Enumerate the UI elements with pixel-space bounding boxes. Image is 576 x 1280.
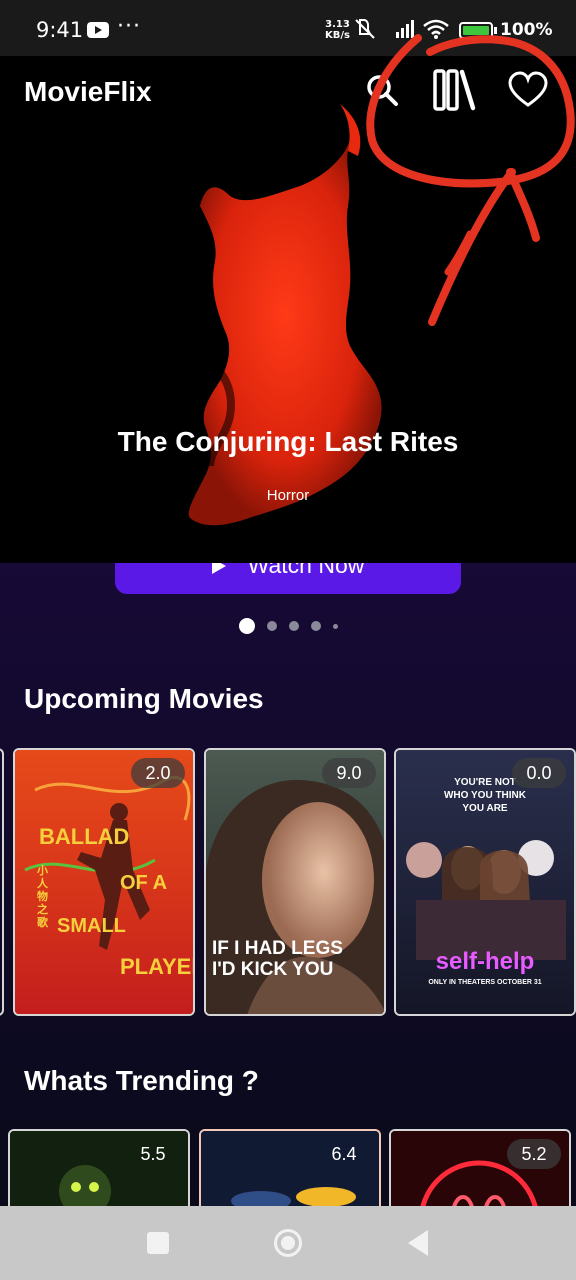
status-icons: [355, 19, 449, 39]
movie-card[interactable]: IF I HAD LEGS I'D KICK YOU 9.0: [204, 748, 386, 1016]
wifi-icon: [423, 19, 449, 39]
rating-badge: 6.4: [331, 1143, 357, 1164]
hero-title: The Conjuring: Last Rites: [117, 426, 459, 457]
back-button[interactable]: [398, 1223, 438, 1263]
status-bar: 9:41 ··· 3.13 KB/s 100%: [0, 0, 576, 56]
rating-badge: 9.0: [322, 758, 376, 788]
favorites-button[interactable]: [504, 66, 552, 114]
network-speed: 3.13 KB/s: [325, 19, 350, 41]
poster-title: I'D KICK YOU: [212, 959, 334, 980]
heart-icon: [508, 71, 548, 107]
movie-card[interactable]: BALLAD OF A SMALL PLAYER 小人物之歌 2.0: [13, 748, 195, 1016]
signal-icon: [396, 20, 414, 38]
status-time: 9:41: [36, 18, 84, 42]
youtube-icon: [87, 22, 109, 38]
rating-badge: 5.2: [507, 1139, 561, 1169]
carousel-dot[interactable]: [266, 621, 277, 631]
upcoming-section-title: Upcoming Movies: [24, 683, 264, 714]
poster-tagline: WHO YOU THINK: [443, 790, 527, 801]
hero-banner[interactable]: MovieFlix The Conjuring: Last Rites Horr…: [0, 56, 576, 563]
network-speed-value: 3.13: [325, 19, 350, 30]
home-button[interactable]: [268, 1223, 308, 1263]
search-icon: [367, 75, 398, 106]
recents-icon: [147, 1232, 169, 1254]
poster-title: self-help: [435, 948, 535, 975]
back-icon: [408, 1230, 428, 1256]
carousel-dot[interactable]: [332, 623, 338, 629]
library-icon: [433, 69, 476, 111]
more-icon: ···: [117, 14, 141, 39]
rating-badge: 2.0: [131, 758, 185, 788]
movie-card[interactable]: [0, 748, 4, 1016]
library-button[interactable]: [430, 66, 478, 114]
mute-icon: [355, 19, 375, 39]
home-icon: [274, 1229, 302, 1257]
poster-title: PLAYER: [120, 954, 193, 979]
battery-percent: 100%: [500, 20, 553, 40]
movie-card[interactable]: 5.5: [8, 1129, 190, 1206]
watch-now-button[interactable]: Watch Now: [115, 563, 461, 594]
main-content[interactable]: Watch Now Upcoming Movies BALLAD OF A SM…: [0, 563, 576, 1206]
movie-card[interactable]: YOU'RE NOT WHO YOU THINK YOU ARE self-he…: [394, 748, 576, 1016]
poster-title: OF A: [120, 872, 168, 894]
trending-section-title: Whats Trending ?: [24, 1065, 259, 1096]
app-title: MovieFlix: [24, 76, 152, 107]
poster-subtitle: 小人物之歌: [37, 865, 48, 929]
play-icon: [211, 563, 226, 574]
carousel-dot[interactable]: [310, 621, 321, 631]
rating-badge: 5.5: [140, 1143, 166, 1164]
poster-title: BALLAD: [39, 824, 130, 849]
poster-title: IF I HAD LEGS: [212, 938, 343, 959]
movie-card[interactable]: 5.2: [389, 1129, 571, 1206]
poster-tagline: YOU ARE: [462, 803, 508, 814]
network-speed-unit: KB/s: [325, 30, 350, 41]
battery-icon: [459, 22, 493, 39]
carousel-dot[interactable]: [288, 621, 299, 631]
carousel-indicator: [0, 618, 576, 634]
movie-card[interactable]: 6.4: [199, 1129, 381, 1206]
search-button[interactable]: [358, 66, 406, 114]
recents-button[interactable]: [138, 1223, 178, 1263]
poster-subtitle: ONLY IN THEATERS OCTOBER 31: [428, 979, 542, 986]
watch-now-label: Watch Now: [247, 563, 365, 578]
hero-genre: Horror: [266, 487, 310, 504]
poster-title: SMALL: [57, 915, 126, 937]
system-nav-bar: [0, 1206, 576, 1280]
carousel-dot[interactable]: [238, 618, 255, 634]
rating-badge: 0.0: [512, 758, 566, 788]
